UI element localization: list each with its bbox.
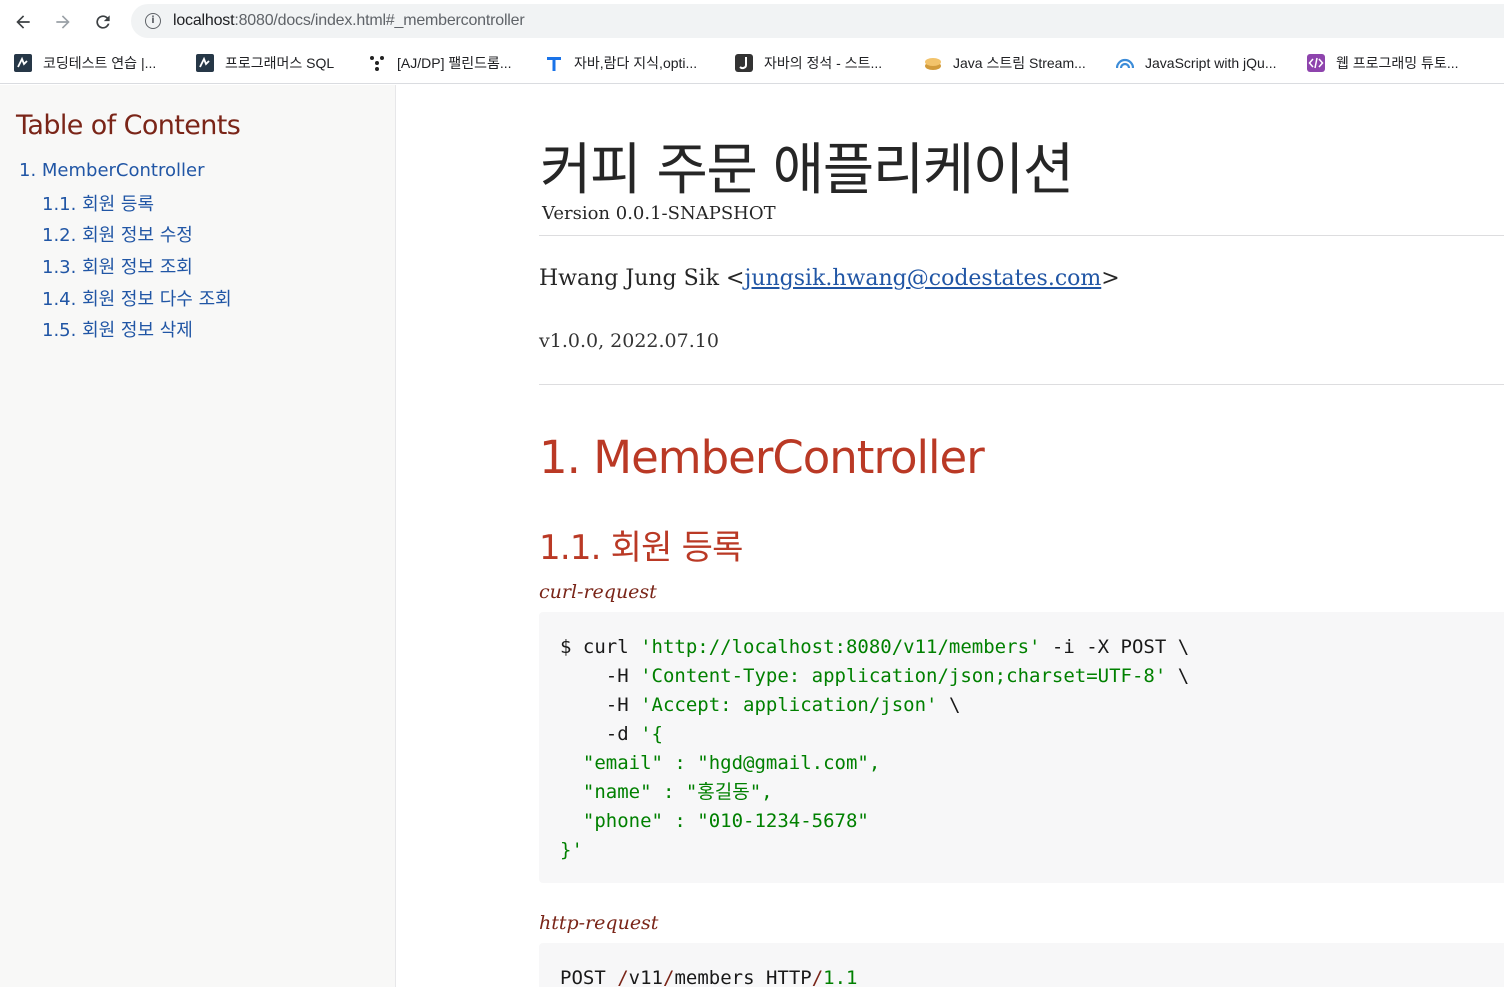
bookmark-label: JavaScript with jQu... — [1145, 55, 1277, 71]
header-divider — [539, 235, 1504, 236]
bookmark-item[interactable]: 프로그래머스 SQL — [196, 52, 334, 74]
author-line: Hwang Jung Sik <jungsik.hwang@codestates… — [539, 266, 1120, 291]
table-of-contents: Table of Contents 1. MemberController 1.… — [0, 85, 396, 987]
curl-request-code[interactable]: $ curl 'http://localhost:8080/v11/member… — [560, 633, 1189, 865]
dome-icon — [1116, 54, 1134, 72]
forward-button[interactable] — [49, 8, 77, 36]
dots-icon — [368, 54, 386, 72]
curl-request-title: curl-request — [539, 581, 657, 603]
url-text[interactable]: localhost:8080/docs/index.html#_memberco… — [173, 12, 525, 30]
browser-toolbar: i localhost:8080/docs/index.html#_member… — [0, 0, 1504, 42]
toc-link-member-update[interactable]: 1.2. 회원 정보 수정 — [42, 221, 193, 247]
toc-link-membercontroller[interactable]: 1. MemberController — [19, 160, 204, 181]
section-heading-membercontroller: 1. MemberController — [539, 431, 985, 484]
author-email-link[interactable]: jungsik.hwang@codestates.com — [745, 266, 1102, 291]
code-string: "name" : "홍길동", — [560, 781, 773, 803]
url-host: localhost — [173, 12, 235, 29]
code-token: \ — [937, 694, 961, 716]
code-string: }' — [560, 839, 583, 861]
code-string: 'http://localhost:8080/v11/members' — [640, 636, 1041, 658]
author-name: Hwang Jung Sik — [539, 266, 720, 291]
url-path: :8080/docs/index.html#_membercontroller — [234, 12, 525, 29]
toc-link-member-delete[interactable]: 1.5. 회원 정보 삭제 — [42, 316, 193, 342]
bookmark-item[interactable]: 코딩테스트 연습 |... — [14, 52, 156, 74]
code-token: -d — [560, 723, 641, 745]
back-button[interactable] — [9, 8, 37, 36]
arrow-right-icon — [56, 15, 70, 29]
bookmark-label: Java 스트림 Stream... — [953, 55, 1086, 71]
code-string: '{ — [640, 723, 663, 745]
code-token: v11 — [628, 967, 663, 987]
code-token: / — [811, 967, 824, 987]
http-request-code[interactable]: POST /v11/members HTTP/1.1 — [560, 964, 858, 987]
code-token: -H — [560, 665, 641, 687]
address-bar[interactable]: i localhost:8080/docs/index.html#_member… — [131, 4, 1504, 38]
bookmark-item[interactable]: [AJ/DP] 팰린드롬... — [368, 52, 512, 74]
coin-stack-icon — [924, 54, 942, 72]
bookmarks-bar: 코딩테스트 연습 |... 프로그래머스 SQL [AJ/DP] 팰린드롬...… — [0, 42, 1504, 84]
bookmark-item[interactable]: 웹 프로그래밍 튜토... — [1307, 52, 1459, 74]
arrow-left-icon — [16, 15, 30, 29]
bookmark-item[interactable]: Java 스트림 Stream... — [924, 52, 1086, 74]
bookmark-label: [AJ/DP] 팰린드롬... — [397, 55, 512, 71]
bookmark-label: 자바,람다 지식,opti... — [574, 55, 698, 71]
toc-link-member-get-list[interactable]: 1.4. 회원 정보 다수 조회 — [42, 285, 232, 311]
code-token: \ — [1166, 665, 1190, 687]
document-content: 커피 주문 애플리케이션 Version 0.0.1-SNAPSHOT Hwan… — [396, 85, 1504, 987]
programmers-icon — [14, 54, 32, 72]
header-divider — [539, 384, 1504, 385]
http-request-title: http-request — [539, 912, 659, 934]
reload-button[interactable] — [89, 8, 117, 36]
toc-title: Table of Contents — [16, 110, 241, 141]
toc-link-member-register[interactable]: 1.1. 회원 등록 — [42, 190, 154, 216]
code-token: / — [662, 967, 675, 987]
code-token: / — [617, 967, 629, 987]
bookmark-label: 웹 프로그래밍 튜토... — [1336, 55, 1459, 71]
version-label: Version 0.0.1-SNAPSHOT — [542, 203, 776, 224]
bookmark-label: 프로그래머스 SQL — [225, 55, 335, 71]
code-token: POST — [560, 967, 618, 987]
code-tag-icon — [1307, 54, 1325, 72]
code-string: "email" : "hgd@gmail.com", — [560, 752, 881, 774]
code-token: -i -X POST \ — [1040, 636, 1190, 658]
code-token: HTTP — [754, 967, 812, 987]
page-title: 커피 주문 애플리케이션 — [540, 138, 1074, 203]
bookmark-item[interactable]: 자바,람다 지식,opti... — [545, 52, 697, 74]
reload-icon — [96, 15, 110, 29]
code-string: 'Accept: application/json' — [640, 694, 938, 716]
t-letter-icon — [545, 54, 563, 72]
http-request-code-block[interactable]: POST /v11/members HTTP/1.1 — [539, 943, 1504, 987]
curl-request-code-block[interactable]: $ curl 'http://localhost:8080/v11/member… — [539, 612, 1504, 883]
info-icon[interactable]: i — [145, 13, 161, 29]
bookmark-label: 자바의 정석 - 스트... — [764, 55, 883, 71]
code-token: $ curl — [560, 636, 641, 658]
bookmark-item[interactable]: 자바의 정석 - 스트... — [735, 52, 882, 74]
programmers-icon — [196, 54, 214, 72]
toc-link-member-get[interactable]: 1.3. 회원 정보 조회 — [42, 253, 193, 279]
code-token: members — [674, 967, 755, 987]
code-string: 'Content-Type: application/json;charset=… — [640, 665, 1167, 687]
code-string: "phone" : "010-1234-5678" — [560, 810, 869, 832]
code-token: 1.1 — [823, 967, 858, 987]
section-heading-member-register: 1.1. 회원 등록 — [539, 528, 743, 568]
bookmark-label: 코딩테스트 연습 |... — [43, 55, 157, 71]
bookmark-item[interactable]: JavaScript with jQu... — [1116, 52, 1277, 74]
j-letter-icon — [735, 54, 753, 72]
code-token: -H — [560, 694, 641, 716]
revision-line: v1.0.0, 2022.07.10 — [539, 330, 719, 352]
